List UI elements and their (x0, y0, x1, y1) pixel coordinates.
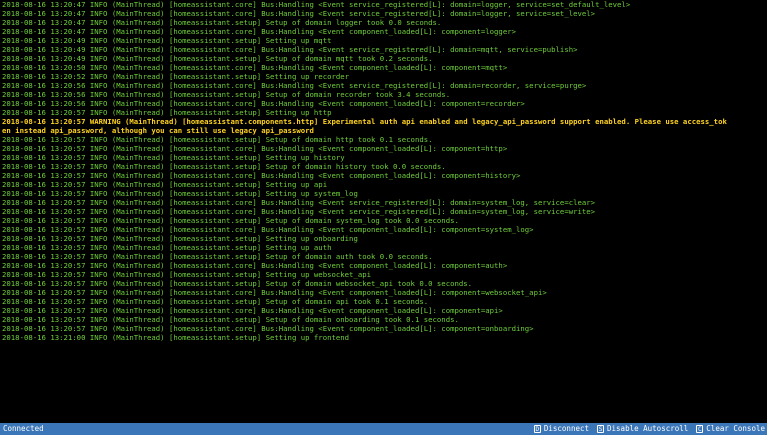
log-line: 2018-08-16 13:20:57 INFO (MainThread) [h… (2, 153, 345, 162)
log-line: 2018-08-16 13:20:57 INFO (MainThread) [h… (2, 144, 508, 153)
status-bar: Connected D Disconnect S Disable Autoscr… (0, 423, 767, 435)
log-line: 2018-08-16 13:20:49 INFO (MainThread) [h… (2, 45, 578, 54)
log-line: 2018-08-16 13:20:57 INFO (MainThread) [h… (2, 171, 521, 180)
log-line: 2018-08-16 13:20:57 INFO (MainThread) [h… (2, 270, 372, 279)
disconnect-button[interactable]: D Disconnect (533, 423, 590, 435)
log-line: 2018-08-16 13:20:47 INFO (MainThread) [h… (2, 9, 596, 18)
log-line: 2018-08-16 13:20:57 INFO (MainThread) [h… (2, 252, 433, 261)
log-line: 2018-08-16 13:20:57 INFO (MainThread) [h… (2, 135, 433, 144)
log-line: 2018-08-16 13:20:57 INFO (MainThread) [h… (2, 225, 534, 234)
log-line: 2018-08-16 13:20:56 INFO (MainThread) [h… (2, 99, 525, 108)
log-line: 2018-08-16 13:20:57 INFO (MainThread) [h… (2, 234, 358, 243)
log-line: 2018-08-16 13:20:57 INFO (MainThread) [h… (2, 279, 473, 288)
log-line: 2018-08-16 13:20:57 INFO (MainThread) [h… (2, 162, 446, 171)
log-line: 2018-08-16 13:20:50 INFO (MainThread) [h… (2, 63, 508, 72)
autoscroll-label: Disable Autoscroll (607, 424, 689, 433)
log-console[interactable]: 2018-08-16 13:20:47 INFO (MainThread) [h… (0, 0, 767, 423)
log-line: 2018-08-16 13:20:57 INFO (MainThread) [h… (2, 207, 596, 216)
clear-console-label: Clear Console (706, 424, 765, 433)
log-line: 2018-08-16 13:20:57 INFO (MainThread) [h… (2, 243, 332, 252)
log-line: 2018-08-16 13:20:57 INFO (MainThread) [h… (2, 297, 429, 306)
log-line: 2018-08-16 13:20:57 INFO (MainThread) [h… (2, 288, 547, 297)
autoscroll-key-icon: S (597, 425, 605, 433)
disconnect-label: Disconnect (543, 424, 590, 433)
disable-autoscroll-button[interactable]: S Disable Autoscroll (597, 423, 688, 435)
log-line: 2018-08-16 13:20:49 INFO (MainThread) [h… (2, 36, 332, 45)
log-line: 2018-08-16 13:20:56 INFO (MainThread) [h… (2, 81, 587, 90)
log-line: 2018-08-16 13:20:57 INFO (MainThread) [h… (2, 180, 328, 189)
log-line: 2018-08-16 13:20:56 INFO (MainThread) [h… (2, 90, 451, 99)
log-line-warning: 2018-08-16 13:20:57 WARNING (MainThread)… (2, 117, 727, 135)
log-line: 2018-08-16 13:21:00 INFO (MainThread) [h… (2, 333, 350, 342)
clear-console-button[interactable]: C Clear Console (696, 423, 765, 435)
log-output: 2018-08-16 13:20:47 INFO (MainThread) [h… (0, 0, 729, 342)
disconnect-key-icon: D (533, 425, 541, 433)
log-line: 2018-08-16 13:20:52 INFO (MainThread) [h… (2, 72, 350, 81)
log-line: 2018-08-16 13:20:49 INFO (MainThread) [h… (2, 54, 433, 63)
log-line: 2018-08-16 13:20:57 INFO (MainThread) [h… (2, 108, 332, 117)
log-line: 2018-08-16 13:20:47 INFO (MainThread) [h… (2, 18, 442, 27)
log-line: 2018-08-16 13:20:47 INFO (MainThread) [h… (2, 27, 516, 36)
log-line: 2018-08-16 13:20:57 INFO (MainThread) [h… (2, 198, 596, 207)
log-line: 2018-08-16 13:20:57 INFO (MainThread) [h… (2, 261, 508, 270)
log-line: 2018-08-16 13:20:57 INFO (MainThread) [h… (2, 315, 459, 324)
connection-status: Connected (3, 424, 44, 433)
clear-key-icon: C (696, 425, 704, 433)
log-line: 2018-08-16 13:20:57 INFO (MainThread) [h… (2, 216, 459, 225)
log-line: 2018-08-16 13:20:57 INFO (MainThread) [h… (2, 324, 534, 333)
log-line: 2018-08-16 13:20:47 INFO (MainThread) [h… (2, 0, 631, 9)
log-line: 2018-08-16 13:20:57 INFO (MainThread) [h… (2, 306, 503, 315)
log-line: 2018-08-16 13:20:57 INFO (MainThread) [h… (2, 189, 358, 198)
status-actions: D Disconnect S Disable Autoscroll C Clea… (533, 423, 765, 435)
